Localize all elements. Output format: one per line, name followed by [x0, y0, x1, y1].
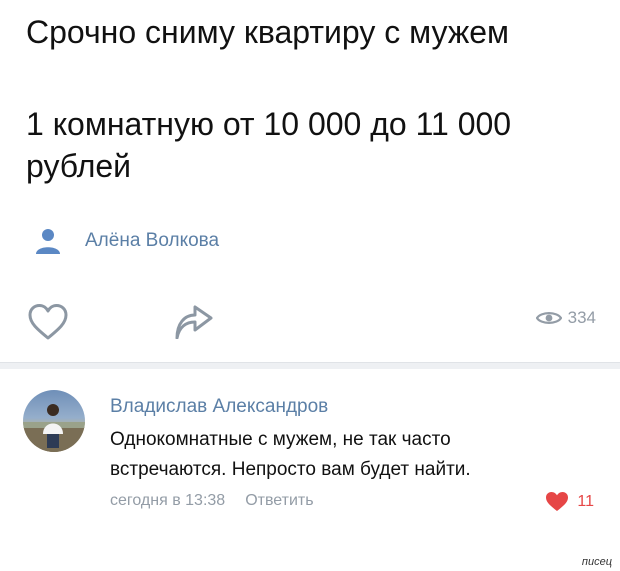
avatar[interactable]: [23, 390, 85, 452]
likes-count: 11: [577, 492, 594, 510]
comment-item: Владислав Александров Однокомнатные с му…: [0, 370, 620, 571]
share-icon[interactable]: [173, 305, 215, 339]
wall-post: Срочно сниму квартиру с мужем 1 комнатну…: [0, 0, 620, 362]
eye-icon: [535, 312, 562, 324]
person-icon: [36, 229, 60, 254]
post-text-line-2: 1 комнатную от 10 000 до 11 000: [26, 106, 512, 142]
comment-timestamp: сегодня в 13:38: [110, 492, 226, 509]
post-text-line-1: Срочно сниму квартиру с мужем: [26, 14, 510, 50]
post-author-name[interactable]: Алёна Волкова: [85, 230, 219, 252]
section-divider: [0, 362, 620, 369]
heart-outline-icon[interactable]: [27, 303, 69, 341]
reply-button[interactable]: Ответить: [245, 492, 313, 510]
views-counter: 334: [535, 308, 596, 328]
comment-like-button[interactable]: 11: [545, 491, 594, 512]
comment-author[interactable]: Владислав Александров: [110, 396, 328, 418]
heart-filled-icon: [546, 492, 569, 511]
watermark: писец: [581, 556, 612, 568]
post-author[interactable]: Алёна Волкова: [34, 226, 219, 256]
comment-meta: сегодня в 13:38 Ответить: [110, 492, 314, 510]
avatar-photo: [23, 404, 85, 452]
post-text-line-3: рублей: [26, 148, 132, 184]
comment-text-line-2: встречаются. Непросто вам будет найти.: [110, 459, 471, 480]
comment-text-line-1: Однокомнатные с мужем, не так часто: [110, 429, 451, 450]
views-count: 334: [567, 308, 596, 327]
